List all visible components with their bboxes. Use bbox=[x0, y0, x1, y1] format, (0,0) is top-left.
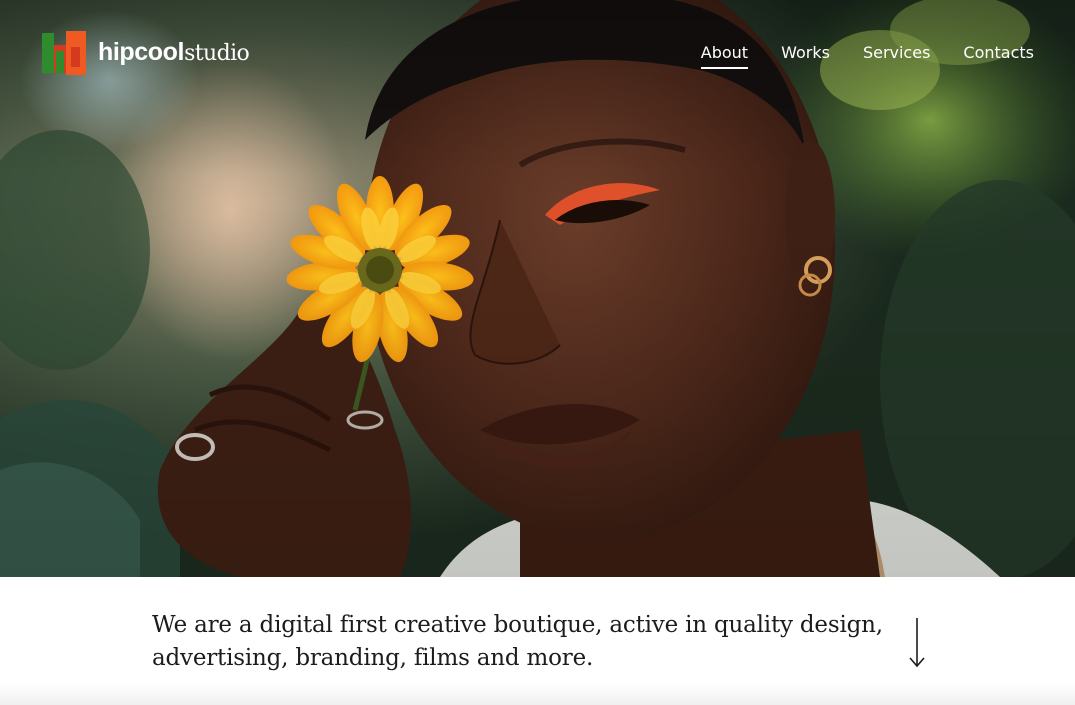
nav-works[interactable]: Works bbox=[781, 43, 830, 69]
intro-text: We are a digital first creative boutique… bbox=[152, 612, 883, 671]
bottom-fade bbox=[0, 683, 1075, 705]
nav-about[interactable]: About bbox=[700, 43, 749, 69]
nav-services[interactable]: Services bbox=[863, 43, 930, 69]
hipcool-logo-icon bbox=[42, 31, 86, 75]
arrow-down-icon bbox=[909, 618, 925, 668]
page: hipcoolstudio About Works Services Conta… bbox=[0, 0, 1075, 705]
main-nav: About Works Services Contacts bbox=[700, 43, 1034, 69]
nav-contacts[interactable]: Contacts bbox=[963, 43, 1034, 69]
brand-name-light: studio bbox=[184, 41, 250, 66]
brand-name: hipcoolstudio bbox=[98, 30, 250, 76]
logo-link[interactable]: hipcoolstudio bbox=[42, 30, 250, 76]
scroll-down-button[interactable] bbox=[907, 617, 927, 669]
site-header: hipcoolstudio About Works Services Conta… bbox=[0, 0, 1075, 110]
intro-section: We are a digital first creative boutique… bbox=[0, 577, 1075, 705]
hero-section: hipcoolstudio About Works Services Conta… bbox=[0, 0, 1075, 577]
brand-name-bold: hipcool bbox=[98, 38, 185, 66]
